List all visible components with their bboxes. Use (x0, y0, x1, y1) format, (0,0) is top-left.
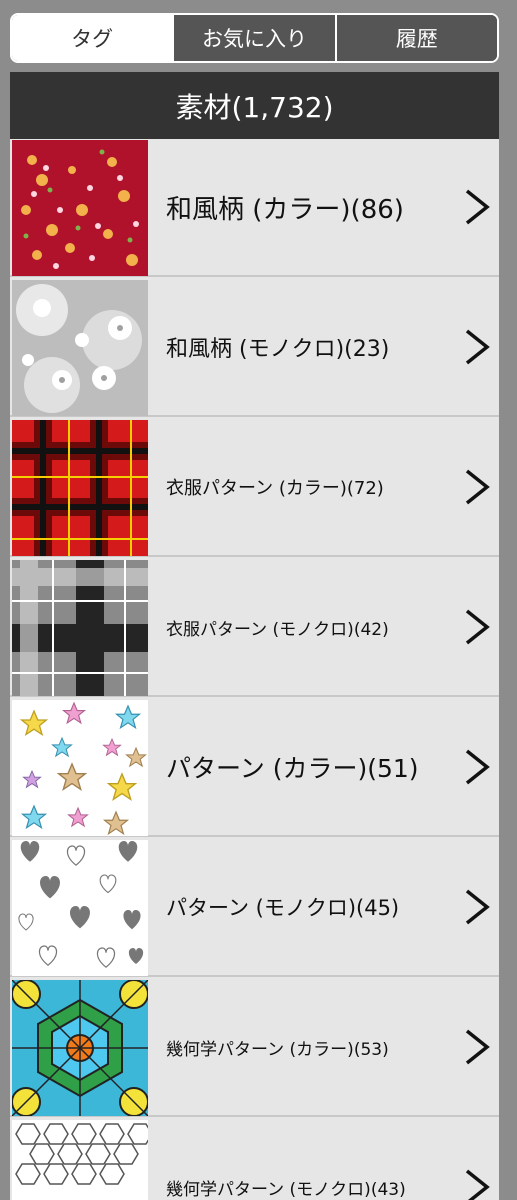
list-item[interactable]: 衣服パターン (モノクロ)(42) (10, 559, 499, 697)
thumbnail-pattern-mono (12, 840, 148, 976)
chevron-right-icon (459, 1167, 493, 1200)
list-item-label: 和風柄 (カラー)(86) (166, 194, 404, 225)
thumbnail-clothing-mono (12, 560, 148, 696)
panel-header: 素材(1,732) (10, 72, 499, 139)
list-item[interactable]: 衣服パターン (カラー)(72) (10, 419, 499, 557)
list-item-label: 幾何学パターン (モノクロ)(43) (166, 1179, 406, 1200)
list-item[interactable]: 和風柄 (モノクロ)(23) (10, 279, 499, 417)
tab-history[interactable]: 履歴 (336, 15, 497, 61)
materials-panel: 素材(1,732) 和風柄 (カラー)(86) 和風柄 (モノクロ)(23) 衣… (10, 72, 499, 1200)
segmented-control: タグ お気に入り 履歴 (10, 13, 499, 63)
chevron-right-icon (459, 747, 493, 787)
chevron-right-icon (459, 887, 493, 927)
panel-title: 素材(1,732) (175, 90, 334, 124)
list-item[interactable]: 和風柄 (カラー)(86) (10, 139, 499, 277)
chevron-right-icon (459, 327, 493, 367)
thumbnail-clothing-color (12, 420, 148, 556)
chevron-right-icon (459, 187, 493, 227)
list-item-label: 和風柄 (モノクロ)(23) (166, 337, 390, 362)
tab-tags[interactable]: タグ (12, 15, 175, 61)
chevron-right-icon (459, 1027, 493, 1067)
list-item[interactable]: 幾何学パターン (カラー)(53) (10, 979, 499, 1117)
tab-favorites[interactable]: お気に入り (174, 15, 337, 61)
list-item[interactable]: 幾何学パターン (モノクロ)(43) (10, 1119, 499, 1200)
list-item-label: 幾何学パターン (カラー)(53) (166, 1039, 389, 1060)
list-item-label: 衣服パターン (モノクロ)(42) (166, 619, 389, 640)
chevron-right-icon (459, 467, 493, 507)
list-item-label: パターン (モノクロ)(45) (166, 896, 400, 920)
thumbnail-pattern-color (12, 700, 148, 836)
chevron-right-icon (459, 607, 493, 647)
thumbnail-japanese-color (12, 140, 148, 276)
list-item[interactable]: パターン (カラー)(51) (10, 699, 499, 837)
list-item-label: 衣服パターン (カラー)(72) (166, 478, 384, 499)
thumbnail-japanese-mono (12, 280, 148, 416)
list-item[interactable]: パターン (モノクロ)(45) (10, 839, 499, 977)
thumbnail-geometric-mono (12, 1120, 148, 1200)
list-item-label: パターン (カラー)(51) (166, 754, 419, 783)
thumbnail-geometric-color (12, 980, 148, 1116)
